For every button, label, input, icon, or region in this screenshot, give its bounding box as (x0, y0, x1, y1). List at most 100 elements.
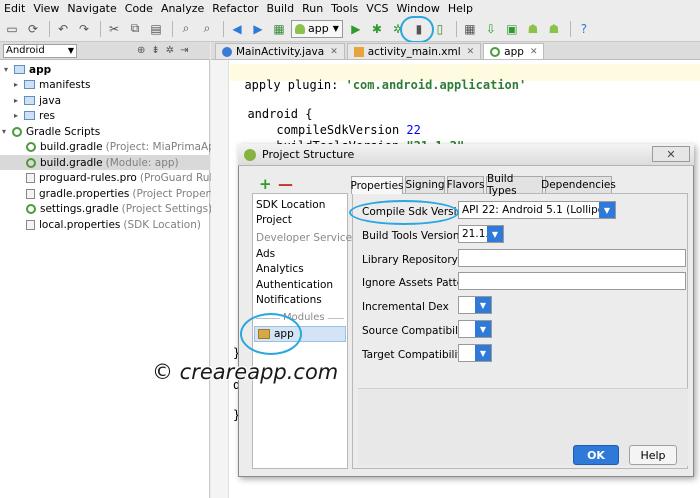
chevron-down-icon: ▼ (475, 297, 491, 313)
menu-build[interactable]: Build (266, 2, 294, 15)
menu-help[interactable]: Help (448, 2, 473, 15)
tree-item-app[interactable]: ▾ app (4, 62, 51, 77)
tab-build-types[interactable]: Build Types (486, 173, 543, 197)
project-structure-icon[interactable]: ▦ (461, 20, 479, 38)
project-header-tools: ⊕ ⇟ ✲ ⇥ (137, 45, 189, 56)
debug-icon[interactable]: ✱ (368, 20, 386, 38)
device-icon[interactable]: ▣ (503, 20, 521, 38)
undo-icon[interactable]: ↶ (54, 20, 72, 38)
forward-icon[interactable]: ▶ (249, 20, 267, 38)
gear-icon[interactable]: ✲ (166, 45, 174, 56)
sidebar-item-analytics[interactable]: Analytics (256, 263, 304, 275)
close-icon[interactable]: ✕ (530, 47, 538, 57)
sidebar-item-project[interactable]: Project (256, 214, 292, 226)
tab-properties[interactable]: Properties (350, 176, 404, 194)
tab-signing[interactable]: Signing (405, 176, 445, 193)
tree-item-gradle-scripts[interactable]: ▾ Gradle Scripts (2, 124, 100, 139)
paste-icon[interactable]: ▤ (147, 20, 165, 38)
tree-item-gradle-properties[interactable]: gradle.properties (Project Properties) (26, 186, 233, 201)
tree-item-label: app (29, 63, 52, 76)
source-compat-select[interactable]: ▼ (458, 320, 492, 338)
run-icon[interactable]: ▶ (347, 20, 365, 38)
compile-sdk-value: API 22: Android 5.1 (Lollipop) (462, 204, 615, 216)
menu-edit[interactable]: Edit (4, 2, 25, 15)
tree-item-res[interactable]: ▸ res (14, 108, 55, 123)
target-compat-select[interactable]: ▼ (458, 344, 492, 362)
sync-icon[interactable]: ⟳ (24, 20, 42, 38)
project-panel-header: Android ▼ ⊕ ⇟ ✲ ⇥ (0, 42, 210, 60)
tab-mainactivity[interactable]: MainActivity.java ✕ (215, 43, 345, 59)
help-icon[interactable]: ? (575, 20, 593, 38)
close-icon[interactable]: ✕ (467, 47, 475, 57)
project-view-label: Android (6, 45, 45, 56)
dialog-title-bar[interactable]: Project Structure (238, 144, 694, 166)
sdk-manager-icon[interactable]: ⇩ (482, 20, 500, 38)
menu-code[interactable]: Code (125, 2, 153, 15)
sidebar-item-ads[interactable]: Ads (256, 248, 275, 260)
tree-item-label: java (39, 94, 61, 107)
back-icon[interactable]: ◀ (228, 20, 246, 38)
tree-item-label: manifests (39, 78, 91, 91)
tree-item-build-gradle-project[interactable]: build.gradle (Project: MiaPrimaApp) (26, 139, 226, 154)
sidebar-category-developer-services: Developer Services (256, 232, 358, 244)
menu-tools[interactable]: Tools (331, 2, 358, 15)
project-view-select[interactable]: Android ▼ (3, 43, 77, 58)
tree-item-build-gradle-module[interactable]: build.gradle (Module: app) (0, 155, 210, 170)
redo-icon[interactable]: ↷ (75, 20, 93, 38)
tab-dependencies[interactable]: Dependencies (541, 176, 616, 193)
sidebar-item-authentication[interactable]: Authentication (256, 279, 333, 291)
remove-icon[interactable]: — (278, 175, 293, 193)
menu-vcs[interactable]: VCS (366, 2, 388, 15)
ignore-assets-input[interactable] (458, 272, 686, 290)
replace-icon[interactable]: ⌕ (198, 20, 216, 38)
code-line: apply plugin: 'com.android.application' (230, 64, 700, 92)
collapse-icon[interactable]: ⇟ (151, 45, 159, 56)
chevron-right-icon: ▸ (14, 80, 19, 89)
target-icon[interactable]: ⊕ (137, 45, 145, 56)
close-icon[interactable]: ✕ (330, 47, 338, 57)
library-repo-input[interactable] (458, 249, 686, 267)
tab-activity-main[interactable]: activity_main.xml ✕ (346, 43, 482, 59)
menu-view[interactable]: View (33, 2, 59, 15)
highlight-circle (240, 313, 302, 355)
gradle-icon (12, 126, 22, 137)
sidebar-item-sdk-location[interactable]: SDK Location (256, 199, 325, 211)
save-icon[interactable]: ▭ (3, 20, 21, 38)
incremental-dex-select[interactable]: ▼ (458, 296, 492, 314)
library-repo-label: Library Repository (362, 254, 458, 266)
make-icon[interactable]: ▦ (270, 20, 288, 38)
android-studio-icon (244, 148, 256, 161)
compile-sdk-select[interactable]: API 22: Android 5.1 (Lollipop) ▼ (458, 201, 616, 219)
menu-run[interactable]: Run (302, 2, 323, 15)
tree-item-local-properties[interactable]: local.properties (SDK Location) (26, 217, 201, 232)
help-button[interactable]: Help (629, 445, 677, 465)
find-icon[interactable]: ⌕ (177, 20, 195, 38)
menu-refactor[interactable]: Refactor (212, 2, 258, 15)
tree-item-java[interactable]: ▸ java (14, 93, 61, 108)
menu-navigate[interactable]: Navigate (67, 2, 116, 15)
android-icon[interactable]: ☗ (545, 20, 563, 38)
sidebar-item-notifications[interactable]: Notifications (256, 294, 322, 306)
run-config-select[interactable]: app ▼ (291, 19, 343, 38)
tree-item-manifests[interactable]: ▸ manifests (14, 77, 90, 92)
tab-label: activity_main.xml (367, 45, 461, 58)
add-icon[interactable]: + (259, 175, 272, 193)
folder-icon (24, 111, 35, 120)
tree-item-settings-gradle[interactable]: settings.gradle (Project Settings) (26, 201, 212, 216)
hide-icon[interactable]: ⇥ (180, 45, 188, 56)
code-string: 'com.android.application' (345, 78, 527, 92)
dialog-close-button[interactable]: ✕ (652, 146, 690, 162)
toolbar-separator (569, 20, 571, 37)
android-monitor-icon[interactable]: ☗ (524, 20, 542, 38)
tree-item-hint: (Module: app) (105, 156, 179, 169)
build-tools-select[interactable]: 21.1.2 ▼ (458, 225, 504, 243)
menu-window[interactable]: Window (396, 2, 439, 15)
ok-button[interactable]: OK (573, 445, 619, 465)
menu-analyze[interactable]: Analyze (161, 2, 204, 15)
gradle-icon (490, 46, 501, 57)
cut-icon[interactable]: ✂ (105, 20, 123, 38)
tab-flavors[interactable]: Flavors (447, 176, 484, 193)
copy-icon[interactable]: ⧉ (126, 20, 144, 38)
tree-item-hint: (SDK Location) (123, 218, 201, 231)
tab-app-gradle[interactable]: app ✕ (483, 43, 545, 59)
